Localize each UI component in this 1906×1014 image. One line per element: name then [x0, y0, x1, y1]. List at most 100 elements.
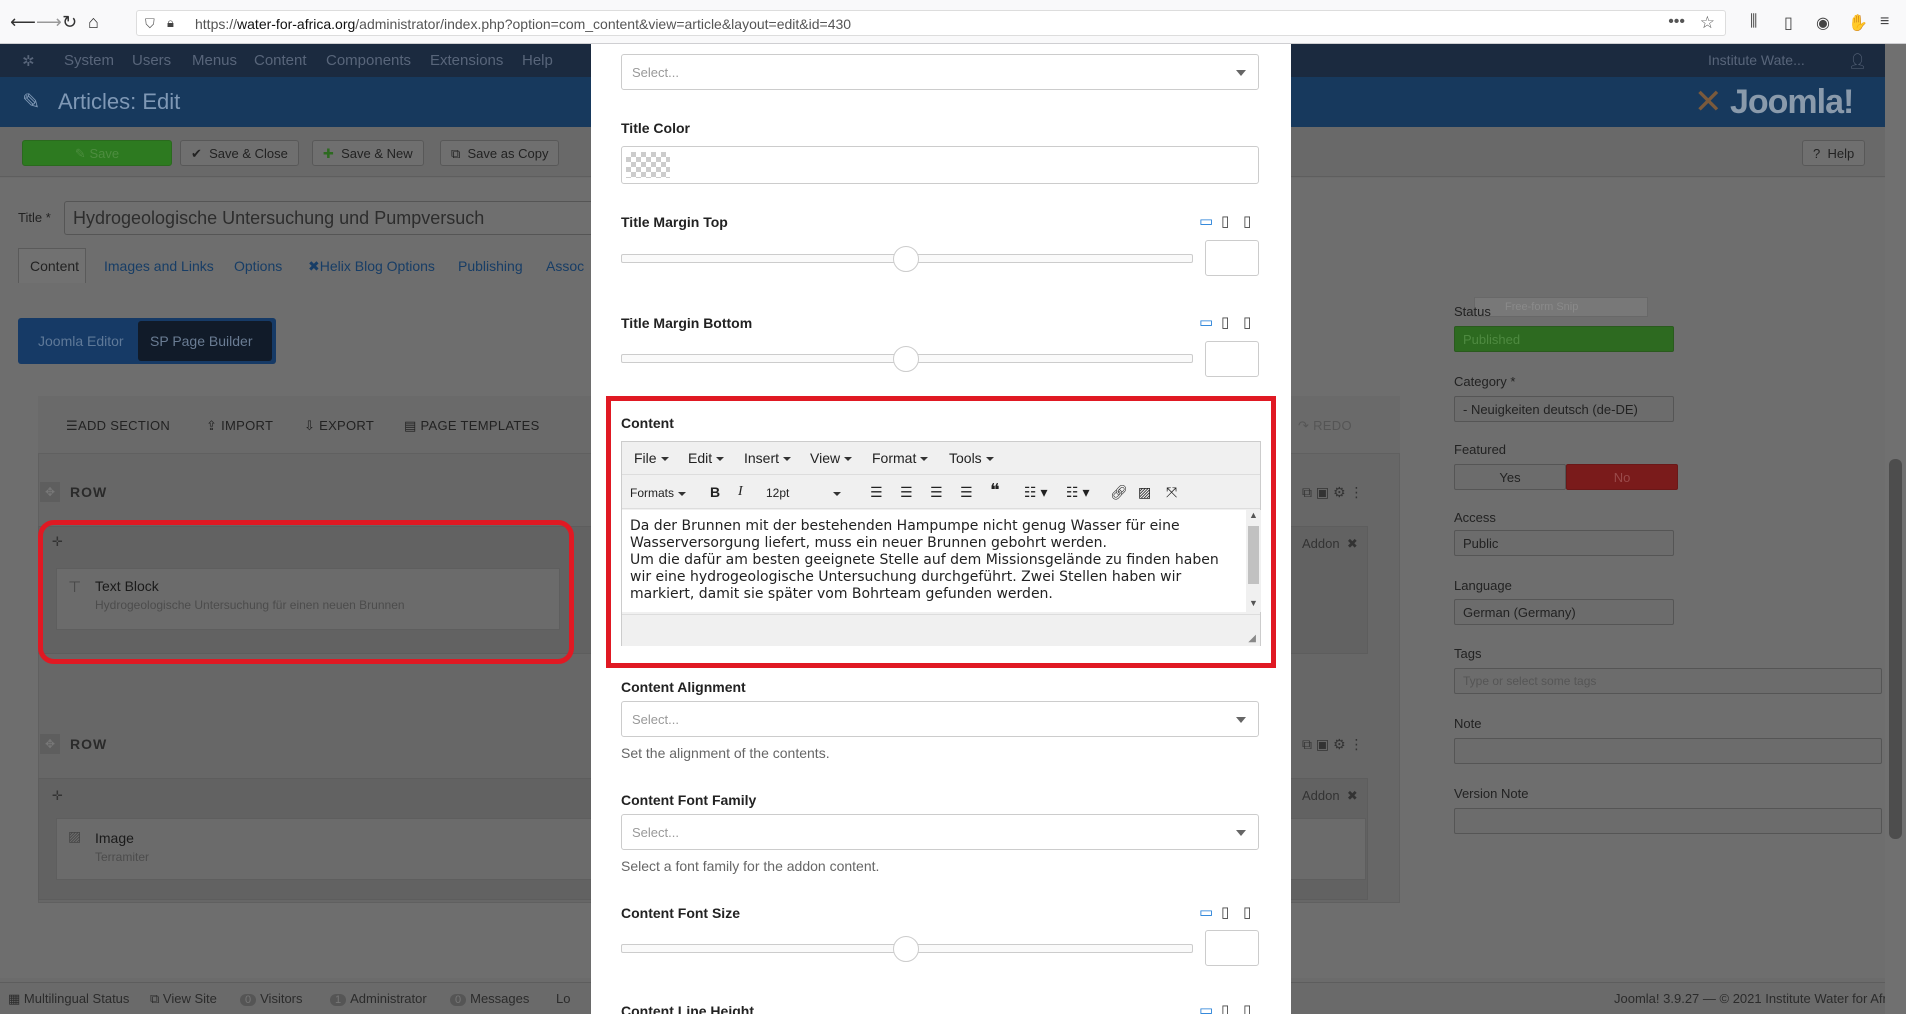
mobile-icon[interactable]: ▯ [1243, 212, 1251, 230]
site-name-link[interactable]: Institute Wate... [1708, 52, 1805, 68]
title-input[interactable]: Hydrogeologische Untersuchung und Pumpve… [64, 201, 604, 235]
editor-scrollbar[interactable]: ▲ ▼ [1246, 510, 1261, 612]
view-site-link[interactable]: ⧉ View Site [150, 991, 217, 1007]
import-button[interactable]: ⇪ IMPORT [206, 418, 273, 434]
save-copy-button[interactable]: ⧉ Save as Copy [440, 140, 560, 166]
joomla-icon[interactable]: ✲ [22, 52, 35, 70]
menu-tools[interactable]: Tools [949, 450, 994, 466]
add-addon-2-button[interactable]: Addon ✖ [1302, 788, 1358, 804]
title-margin-top-handle[interactable] [893, 246, 919, 272]
tablet-icon[interactable]: ▯ [1221, 212, 1229, 230]
font-size-dropdown[interactable]: 12pt [766, 486, 858, 500]
scroll-down-icon[interactable]: ▼ [1249, 598, 1258, 608]
logout-link[interactable]: Lo [556, 991, 570, 1006]
nav-system[interactable]: System [64, 52, 114, 69]
row-2-actions-icons[interactable]: ⧉ ▣ ⚙ ⋮ [1302, 736, 1363, 753]
status-select[interactable]: Published [1454, 326, 1674, 352]
multilingual-status[interactable]: ▦ Multilingual Status [8, 991, 129, 1007]
nav-extensions[interactable]: Extensions [430, 52, 503, 69]
editor-scroll-thumb[interactable] [1248, 526, 1259, 584]
menu-view[interactable]: View [810, 450, 852, 466]
nav-help[interactable]: Help [522, 52, 553, 69]
home-icon[interactable]: ⌂ [88, 12, 99, 32]
version-note-input[interactable] [1454, 808, 1882, 834]
menu-icon[interactable]: ≡ [1880, 13, 1889, 31]
reload-icon[interactable]: ↻ [62, 12, 77, 32]
resize-handle-icon[interactable]: ◢ [1248, 633, 1256, 644]
lock-icon[interactable]: 🔒︎ [167, 15, 174, 31]
title-margin-bottom-handle[interactable] [893, 346, 919, 372]
save-new-button[interactable]: ✚ Save & New [312, 140, 424, 166]
menu-edit[interactable]: Edit [688, 450, 724, 466]
tab-options[interactable]: Options [234, 258, 282, 274]
content-alignment-select[interactable]: Select... [621, 701, 1259, 737]
add-addon-button[interactable]: Addon ✖ [1302, 536, 1358, 552]
title-margin-bottom-input[interactable] [1205, 341, 1259, 377]
nav-menus[interactable]: Menus [192, 52, 237, 69]
desktop-icon[interactable]: ▭ [1199, 903, 1213, 921]
scrollbar-thumb[interactable] [1889, 459, 1902, 839]
scroll-up-icon[interactable]: ▲ [1249, 510, 1258, 520]
redo-button[interactable]: ↷ REDO [1298, 418, 1352, 434]
add-section-button[interactable]: ☰ADD SECTION [66, 418, 170, 434]
nav-content[interactable]: Content [254, 52, 307, 69]
content-font-size-input[interactable] [1205, 930, 1259, 966]
title-margin-top-input[interactable] [1205, 240, 1259, 276]
tab-helix-blog-options[interactable]: ✖Helix Blog Options [308, 258, 435, 275]
category-select[interactable]: - Neuigkeiten deutsch (de-DE) [1454, 396, 1674, 422]
insert-image-icon[interactable]: ▨ [1138, 484, 1151, 501]
align-center-icon[interactable]: ☰ [900, 484, 913, 501]
top-select[interactable]: Select... [621, 54, 1259, 90]
tablet-icon[interactable]: ▯ [1221, 903, 1229, 921]
page-scrollbar[interactable] [1885, 44, 1906, 1014]
desktop-icon[interactable]: ▭ [1199, 313, 1213, 331]
menu-insert[interactable]: Insert [744, 450, 791, 466]
sidebar-icon[interactable]: ▯ [1784, 13, 1793, 33]
row-2-move-icon[interactable]: ✥ [40, 734, 60, 754]
library-icon[interactable]: ⫼ [1750, 13, 1757, 31]
nav-components[interactable]: Components [326, 52, 411, 69]
desktop-icon[interactable]: ▭ [1199, 212, 1213, 230]
bullet-list-icon[interactable]: ☷ ▾ [1024, 484, 1047, 501]
title-color-picker[interactable] [621, 146, 1259, 184]
back-icon[interactable]: ⟵ [10, 12, 36, 32]
column-2-move-icon[interactable]: ✛ [52, 788, 63, 804]
export-button[interactable]: ⇩ EXPORT [304, 418, 374, 434]
shield-icon[interactable]: ⛉ [145, 16, 155, 32]
nav-users[interactable]: Users [132, 52, 171, 69]
italic-icon[interactable]: I [738, 484, 743, 500]
address-bar[interactable]: ⛉ 🔒︎ https://water-for-africa.org/admini… [136, 10, 1726, 36]
mobile-icon[interactable]: ▯ [1243, 903, 1251, 921]
align-left-icon[interactable]: ☰ [870, 484, 883, 501]
formats-dropdown[interactable]: Formats [630, 486, 686, 500]
featured-yes-button[interactable]: Yes [1454, 464, 1566, 490]
tab-associations[interactable]: Assoc [546, 258, 584, 274]
mobile-icon[interactable]: ▯ [1243, 1001, 1251, 1014]
save-button[interactable]: ✎ Save [22, 140, 172, 166]
save-close-button[interactable]: ✔ Save & Close [180, 140, 299, 166]
align-right-icon[interactable]: ☰ [930, 484, 943, 501]
access-select[interactable]: Public [1454, 530, 1674, 556]
extension-icon[interactable]: ✋ [1848, 13, 1868, 33]
content-font-family-select[interactable]: Select... [621, 814, 1259, 850]
user-icon[interactable]: 👤︎ [1848, 52, 1867, 70]
row-actions-icons[interactable]: ⧉ ▣ ⚙ ⋮ [1302, 484, 1363, 501]
tab-images-links[interactable]: Images and Links [104, 258, 214, 274]
editor-content-area[interactable]: Da der Brunnen mit der bestehenden Hampu… [622, 510, 1246, 612]
featured-no-button[interactable]: No [1566, 464, 1678, 490]
sp-page-builder-button[interactable]: SP Page Builder [138, 321, 272, 361]
tab-content[interactable]: Content [30, 258, 79, 274]
blockquote-icon[interactable]: ❝ [990, 480, 1000, 501]
note-input[interactable] [1454, 738, 1882, 764]
content-font-size-handle[interactable] [893, 936, 919, 962]
menu-file[interactable]: File [634, 450, 669, 466]
page-actions-icon[interactable]: ••• [1668, 13, 1685, 31]
tags-input[interactable]: Type or select some tags [1454, 668, 1882, 694]
help-button[interactable]: ? Help [1802, 140, 1866, 166]
align-justify-icon[interactable]: ☰ [960, 484, 973, 501]
mobile-icon[interactable]: ▯ [1243, 313, 1251, 331]
account-icon[interactable]: ◉ [1816, 13, 1830, 33]
row-move-icon[interactable]: ✥ [40, 482, 60, 502]
desktop-icon[interactable]: ▭ [1199, 1001, 1213, 1014]
tablet-icon[interactable]: ▯ [1221, 1001, 1229, 1014]
